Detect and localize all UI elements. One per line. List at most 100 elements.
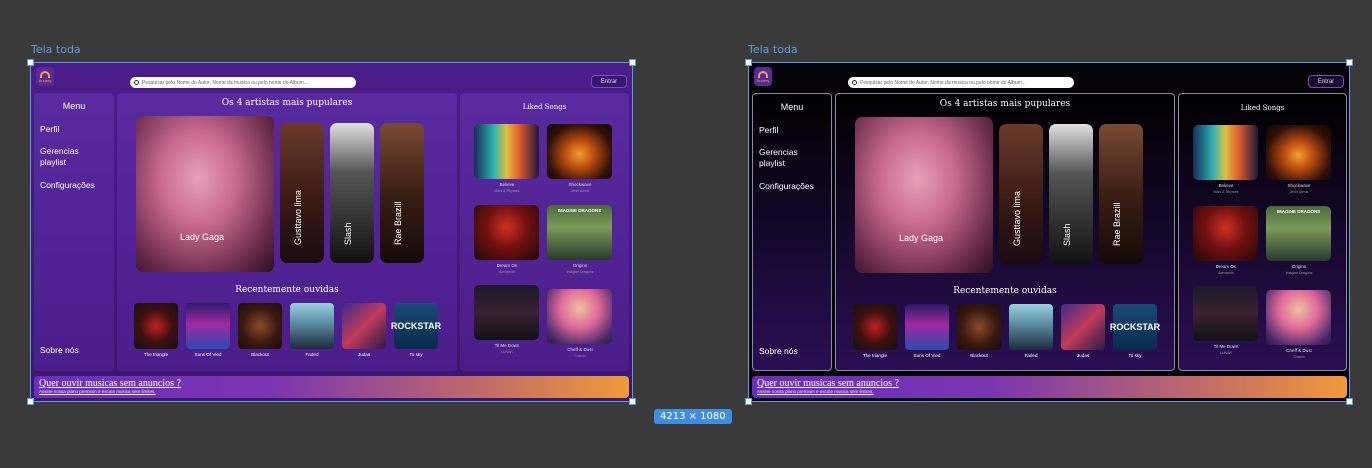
album-title: Blackout: [970, 353, 988, 358]
album-cover[interactable]: [238, 303, 282, 349]
sidebar-menu: Menu Perfil Gerencias playlist Configura…: [34, 93, 114, 371]
album-title: Faded: [305, 352, 319, 357]
artist-card[interactable]: Lady Gaga: [136, 116, 274, 272]
song-cover[interactable]: [1193, 286, 1258, 341]
album-title: Suns Of Vied: [194, 352, 222, 357]
album-cover[interactable]: [1061, 304, 1105, 350]
artist-card[interactable]: Gusttavo lima: [280, 123, 324, 263]
artist-card[interactable]: Slash: [1049, 124, 1093, 264]
album-title: Judas: [357, 352, 371, 357]
sidebar-item-profile[interactable]: Perfil: [40, 124, 59, 135]
sidebar-menu: Menu Perfil Gerencias playlist Configura…: [752, 93, 832, 371]
song-cover[interactable]: [547, 289, 612, 344]
login-button[interactable]: Entrar: [1308, 75, 1344, 88]
frame-label[interactable]: Tela toda: [31, 43, 81, 56]
resize-handle[interactable]: [1346, 398, 1353, 405]
frame-label[interactable]: Tela toda: [748, 43, 798, 56]
search-input[interactable]: Pesquisar pelo Nome do Autor, Nome da mu…: [130, 77, 356, 88]
album-cover[interactable]: [853, 304, 897, 350]
song-cover[interactable]: [474, 205, 539, 260]
song-title: Dream On: [1215, 264, 1237, 269]
artist-card[interactable]: Rae Brazill: [380, 123, 424, 263]
album-cover[interactable]: [186, 303, 230, 349]
song-title: Origins: [1291, 264, 1307, 269]
song-title: Shockwave: [568, 182, 592, 187]
album-cover[interactable]: [342, 303, 386, 349]
album-cover[interactable]: [957, 304, 1001, 350]
resize-handle[interactable]: [27, 398, 34, 405]
sidebar-item-playlist[interactable]: Gerencias playlist: [40, 146, 100, 168]
album-cover[interactable]: ROCKSTAR: [391, 303, 441, 349]
resize-handle[interactable]: [745, 398, 752, 405]
song-cover[interactable]: [1266, 125, 1331, 180]
resize-handle[interactable]: [629, 59, 636, 66]
artist-name: Lady Gaga: [180, 232, 225, 242]
sidebar-item-settings[interactable]: Configurações: [759, 181, 814, 192]
recent-title: Recentemente ouvidas: [953, 286, 1057, 296]
song-cover[interactable]: IMAGINE DRAGONS: [1266, 206, 1331, 261]
premium-banner[interactable]: Quer ouvir musicas sem anuncios ? Assine…: [752, 376, 1347, 398]
logo-text: Audery: [756, 77, 770, 83]
song-artist: Imagine Dragons: [566, 270, 594, 274]
album-cover[interactable]: [1009, 304, 1053, 350]
liked-songs-panel: Liked Songs Believe Mark & Rhymes Shockw…: [460, 93, 629, 371]
sidebar-item-about[interactable]: Sobre nós: [759, 346, 798, 357]
resize-handle[interactable]: [27, 59, 34, 66]
resize-handle[interactable]: [629, 398, 636, 405]
resize-handle[interactable]: [1346, 59, 1353, 66]
artist-card[interactable]: Slash: [330, 123, 374, 263]
song-title: Cheff & Dust: [567, 347, 593, 352]
artist-name: Gusttavo lima: [1012, 190, 1022, 246]
album-cover-text: ROCKSTAR: [1109, 322, 1161, 332]
song-cover[interactable]: [474, 285, 539, 340]
resize-handle[interactable]: [745, 59, 752, 66]
login-button[interactable]: Entrar: [591, 75, 627, 88]
artist-card[interactable]: Gusttavo lima: [999, 124, 1043, 264]
album-cover[interactable]: [134, 303, 178, 349]
song-cover[interactable]: [1193, 206, 1258, 261]
liked-songs-title: Liked Songs: [1240, 104, 1285, 112]
song-artist: LUNAR: [501, 350, 513, 354]
song-cover-text: IMAGINE DRAGONS: [1276, 209, 1321, 214]
sidebar-item-profile[interactable]: Perfil: [759, 125, 778, 136]
album-title: The triangle: [143, 352, 169, 357]
song-artist: Mark & Rhymes: [494, 189, 520, 193]
song-cover[interactable]: [474, 124, 539, 179]
song-cover[interactable]: [1266, 290, 1331, 345]
main-content: Os 4 artistas mais pupulares Lady Gaga G…: [835, 93, 1175, 371]
search-placeholder: Pesquisar pelo Nome do Autor, Nome da mu…: [142, 79, 308, 86]
search-icon: [134, 80, 139, 85]
album-title: The triangle: [862, 353, 888, 358]
promo-title[interactable]: Quer ouvir musicas sem anuncios ?: [39, 378, 181, 389]
menu-title: Menu: [780, 102, 804, 112]
song-artist: Imagine Dragons: [1285, 271, 1313, 275]
promo-title[interactable]: Quer ouvir musicas sem anuncios ?: [757, 378, 899, 389]
search-input[interactable]: Pesquisar pelo Nome do Autor, Nome da mu…: [848, 77, 1074, 88]
song-title: Cheff & Dust: [1286, 348, 1312, 353]
album-cover[interactable]: [290, 303, 334, 349]
song-title: Believe: [499, 182, 515, 187]
song-cover[interactable]: [547, 124, 612, 179]
liked-songs-panel: Liked Songs Believe Mark & Rhymes Shockw…: [1178, 93, 1347, 371]
song-cover[interactable]: [1193, 125, 1258, 180]
premium-banner[interactable]: Quer ouvir musicas sem anuncios ? Assine…: [34, 376, 629, 398]
logo[interactable]: Audery: [36, 67, 54, 86]
promo-subtitle[interactable]: Assine nossa plano premium e escute musi…: [39, 389, 156, 394]
song-artist: LUNAR: [1220, 351, 1232, 355]
artist-card[interactable]: Rae Brazill: [1099, 124, 1143, 264]
album-cover[interactable]: [905, 304, 949, 350]
frame-dark-theme[interactable]: Audery Pesquisar pelo Nome do Autor, Nom…: [748, 62, 1350, 402]
song-artist: Cosmic: [574, 354, 586, 358]
logo[interactable]: Audery: [754, 67, 772, 86]
song-title: Believe: [1218, 183, 1234, 188]
album-cover[interactable]: ROCKSTAR: [1109, 304, 1161, 350]
sidebar-item-about[interactable]: Sobre nós: [40, 345, 79, 356]
sidebar-item-playlist[interactable]: Gerencias playlist: [759, 147, 819, 169]
song-cover[interactable]: IMAGINE DRAGONS: [547, 205, 612, 260]
artist-card[interactable]: Lady Gaga: [855, 117, 993, 273]
song-artist: Aerosmith: [1218, 271, 1234, 275]
sidebar-item-settings[interactable]: Configurações: [40, 180, 95, 191]
song-artist: Jenni Alexis: [1289, 190, 1309, 194]
promo-subtitle[interactable]: Assine nossa plano premium e escute musi…: [757, 389, 874, 394]
frame-purple-theme[interactable]: Audery Pesquisar pelo Nome do Autor, Nom…: [30, 62, 633, 402]
